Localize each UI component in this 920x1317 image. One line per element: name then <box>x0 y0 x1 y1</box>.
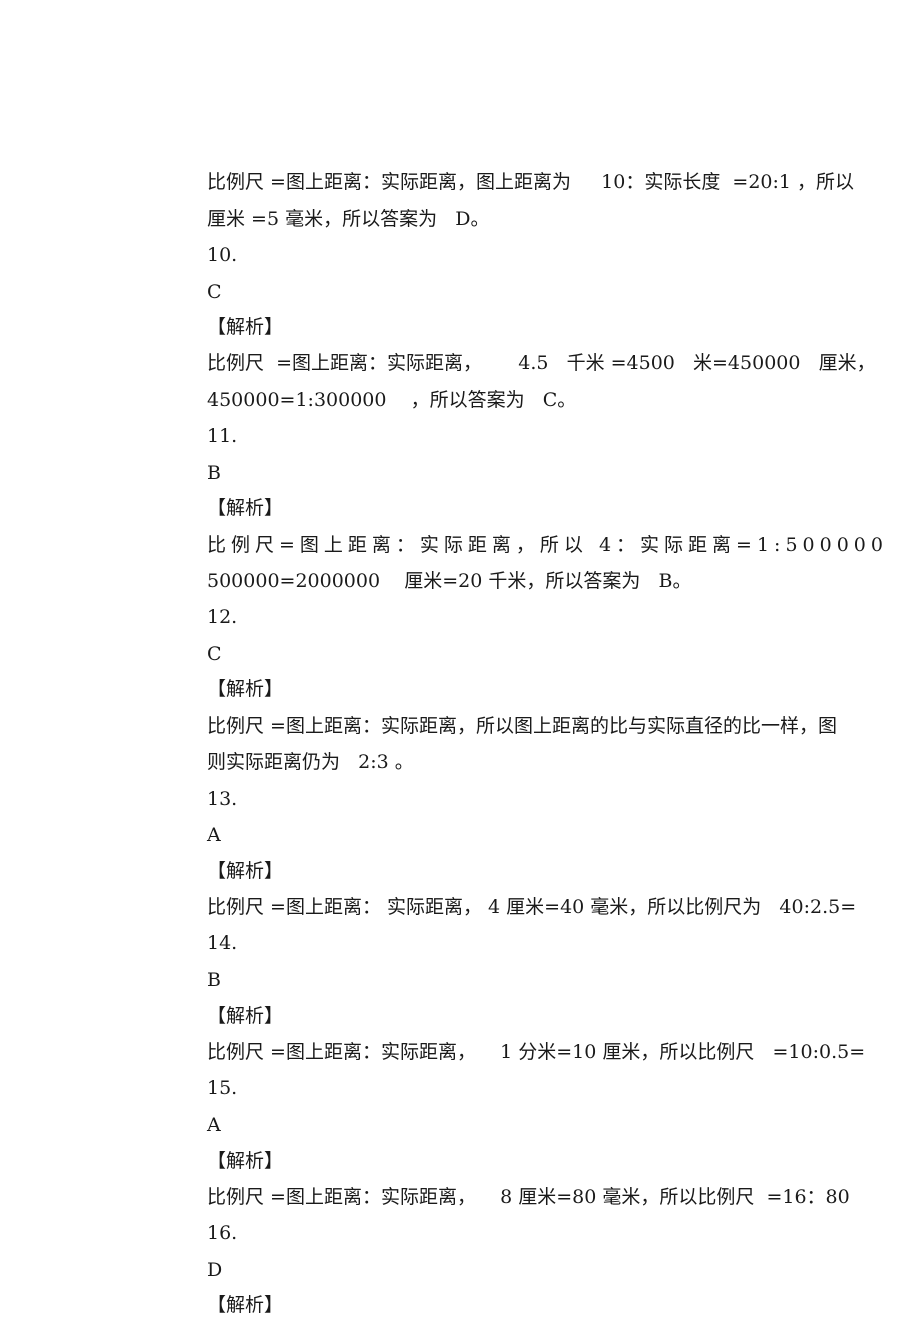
document-page: 比例尺 =图上距离：实际距离，图上距离为 10：实际长度 =20:1 ，所以 厘… <box>0 0 920 1316</box>
explanation-line: 比例尺 =图上距离：实际距离， 8 厘米=80 毫米，所以比例尺 =16：80 <box>207 1186 850 1208</box>
answer-letter: B <box>207 969 221 991</box>
explanation-line: 则实际距离仍为 2:3 。 <box>207 751 414 773</box>
question-number: 12. <box>207 606 238 628</box>
answer-letter: D <box>207 1259 223 1281</box>
analysis-heading: 【解析】 <box>207 1005 284 1027</box>
answer-letter: A <box>207 1114 221 1136</box>
answer-letter: C <box>207 643 222 665</box>
explanation-line: 比例尺 =图上距离：实际距离，图上距离为 10：实际长度 =20:1 ，所以 <box>207 171 855 193</box>
question-number: 10. <box>207 244 238 266</box>
answer-letter: C <box>207 281 222 303</box>
question-number: 13. <box>207 788 238 810</box>
answer-letter: A <box>207 824 221 846</box>
analysis-heading: 【解析】 <box>207 1294 284 1316</box>
explanation-line: 比例尺=图上距离：实际距离，所以 4：实际距离=1:500000 <box>207 534 888 556</box>
question-number: 15. <box>207 1077 238 1099</box>
analysis-heading: 【解析】 <box>207 497 284 519</box>
explanation-line: 比例尺 =图上距离：实际距离， 1 分米=10 厘米，所以比例尺 =10:0.5… <box>207 1041 866 1063</box>
explanation-line: 450000=1:300000 ，所以答案为 C。 <box>207 389 577 411</box>
explanation-line: 比例尺 =图上距离：实际距离，所以图上距离的比与实际直径的比一样，图 <box>207 715 837 737</box>
question-number: 11. <box>207 425 238 447</box>
explanation-line: 比例尺 =图上距离： 实际距离， 4 厘米=40 毫米，所以比例尺为 40:2.… <box>207 896 857 918</box>
question-number: 16. <box>207 1222 238 1244</box>
analysis-heading: 【解析】 <box>207 316 284 338</box>
explanation-line: 比例尺 =图上距离：实际距离， 4.5 千米 =4500 米=450000 厘米… <box>207 352 876 374</box>
analysis-heading: 【解析】 <box>207 678 284 700</box>
analysis-heading: 【解析】 <box>207 860 284 882</box>
explanation-line: 500000=2000000 厘米=20 千米，所以答案为 B。 <box>207 570 692 592</box>
question-number: 14. <box>207 932 238 954</box>
analysis-heading: 【解析】 <box>207 1150 284 1172</box>
explanation-line: 厘米 =5 毫米，所以答案为 D。 <box>207 208 490 230</box>
answer-letter: B <box>207 462 221 484</box>
